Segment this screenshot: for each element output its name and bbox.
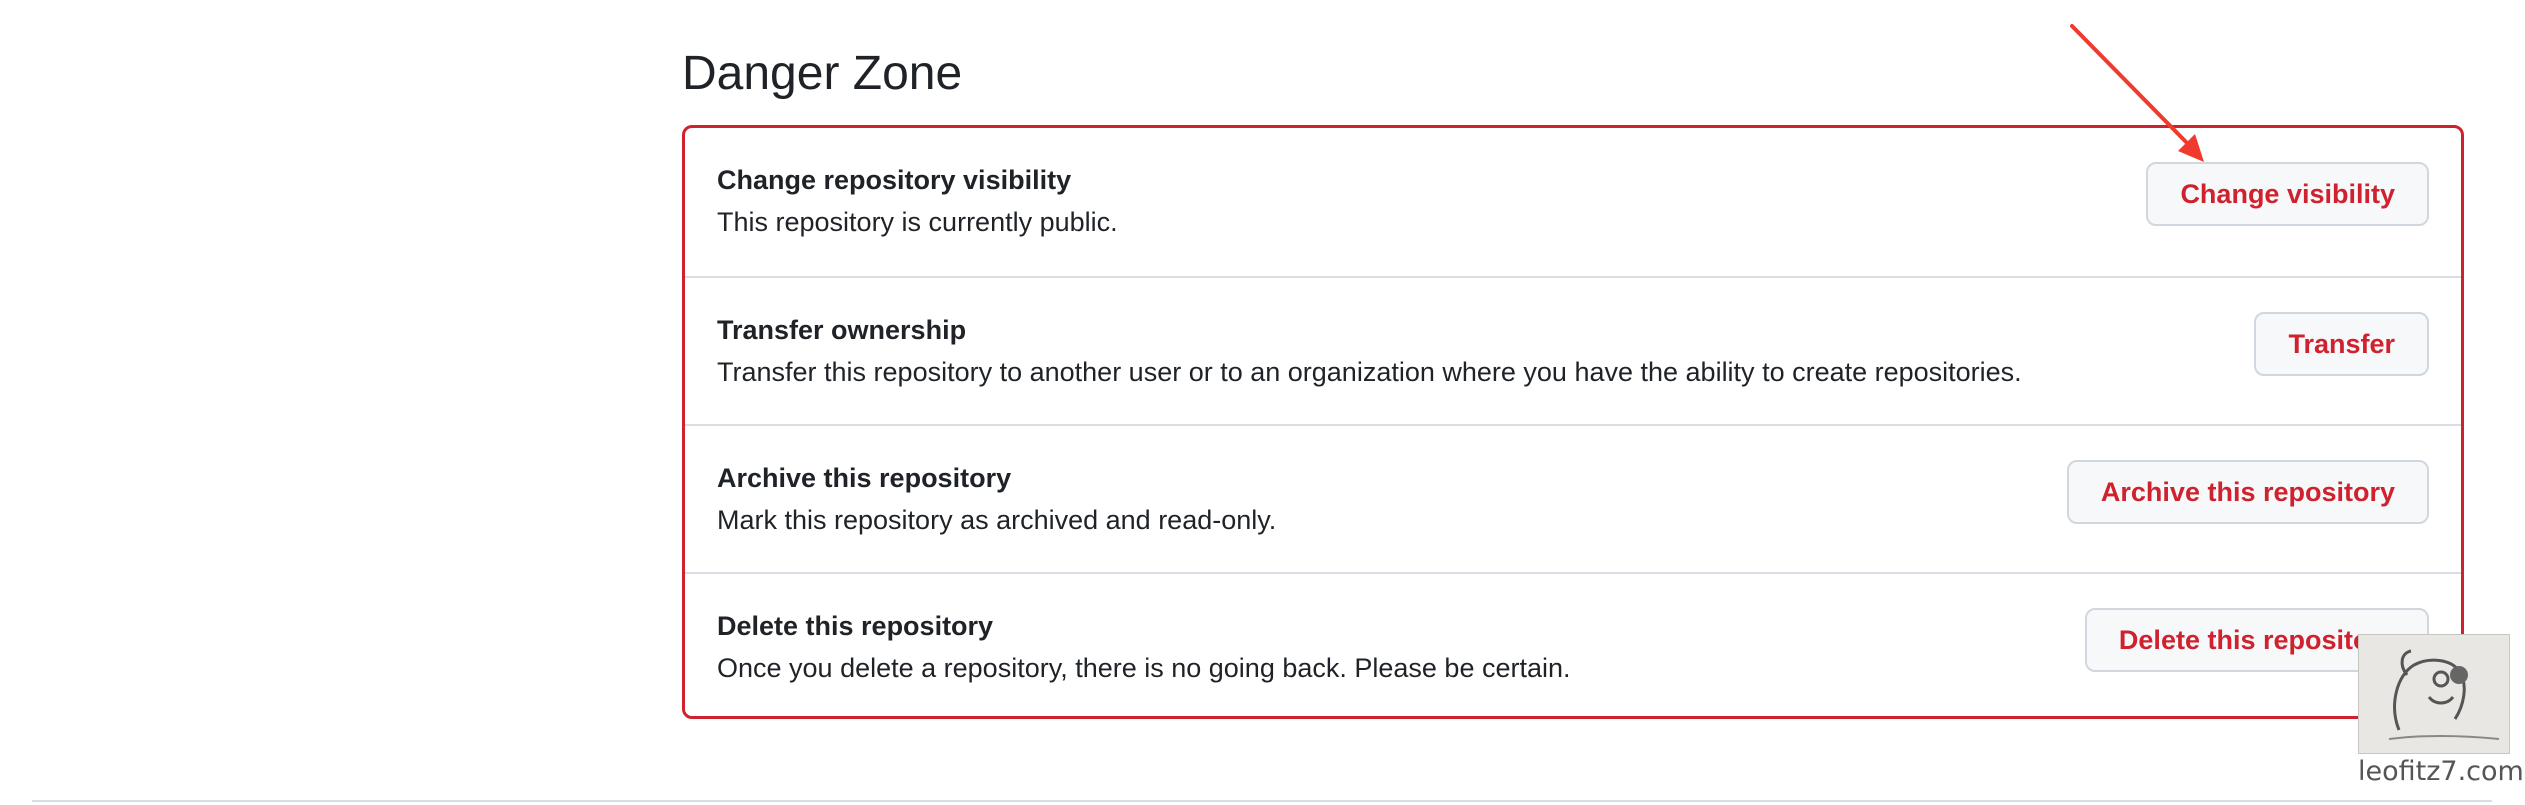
watermark-text: leofitz7.com xyxy=(2358,754,2524,790)
danger-row-delete: Delete this repository Once you delete a… xyxy=(685,572,2461,716)
change-visibility-button[interactable]: Change visibility xyxy=(2146,162,2429,226)
watermark: leofitz7.com xyxy=(2358,634,2524,805)
change-visibility-description: This repository is currently public. xyxy=(717,207,1118,237)
change-visibility-title: Change repository visibility xyxy=(717,165,1072,195)
delete-repository-title: Delete this repository xyxy=(717,611,994,641)
danger-zone-box: Change repository visibility This reposi… xyxy=(682,125,2464,719)
danger-zone-heading: Danger Zone xyxy=(682,47,963,100)
danger-row-archive: Archive this repository Mark this reposi… xyxy=(685,424,2461,572)
archive-repository-title: Archive this repository xyxy=(717,463,1012,493)
transfer-ownership-title: Transfer ownership xyxy=(717,315,967,345)
danger-row-transfer: Transfer ownership Transfer this reposit… xyxy=(685,276,2461,424)
settings-page: Danger Zone Change repository visibility… xyxy=(0,0,2525,805)
archive-repository-description: Mark this repository as archived and rea… xyxy=(717,505,1277,535)
danger-row-change-visibility: Change repository visibility This reposi… xyxy=(685,128,2461,276)
page-divider xyxy=(32,800,2492,802)
delete-repository-description: Once you delete a repository, there is n… xyxy=(717,653,1571,683)
archive-repository-button[interactable]: Archive this repository xyxy=(2066,460,2429,524)
watermark-dog-icon xyxy=(2358,634,2510,754)
transfer-ownership-description: Transfer this repository to another user… xyxy=(717,357,2022,387)
transfer-button[interactable]: Transfer xyxy=(2254,312,2429,376)
